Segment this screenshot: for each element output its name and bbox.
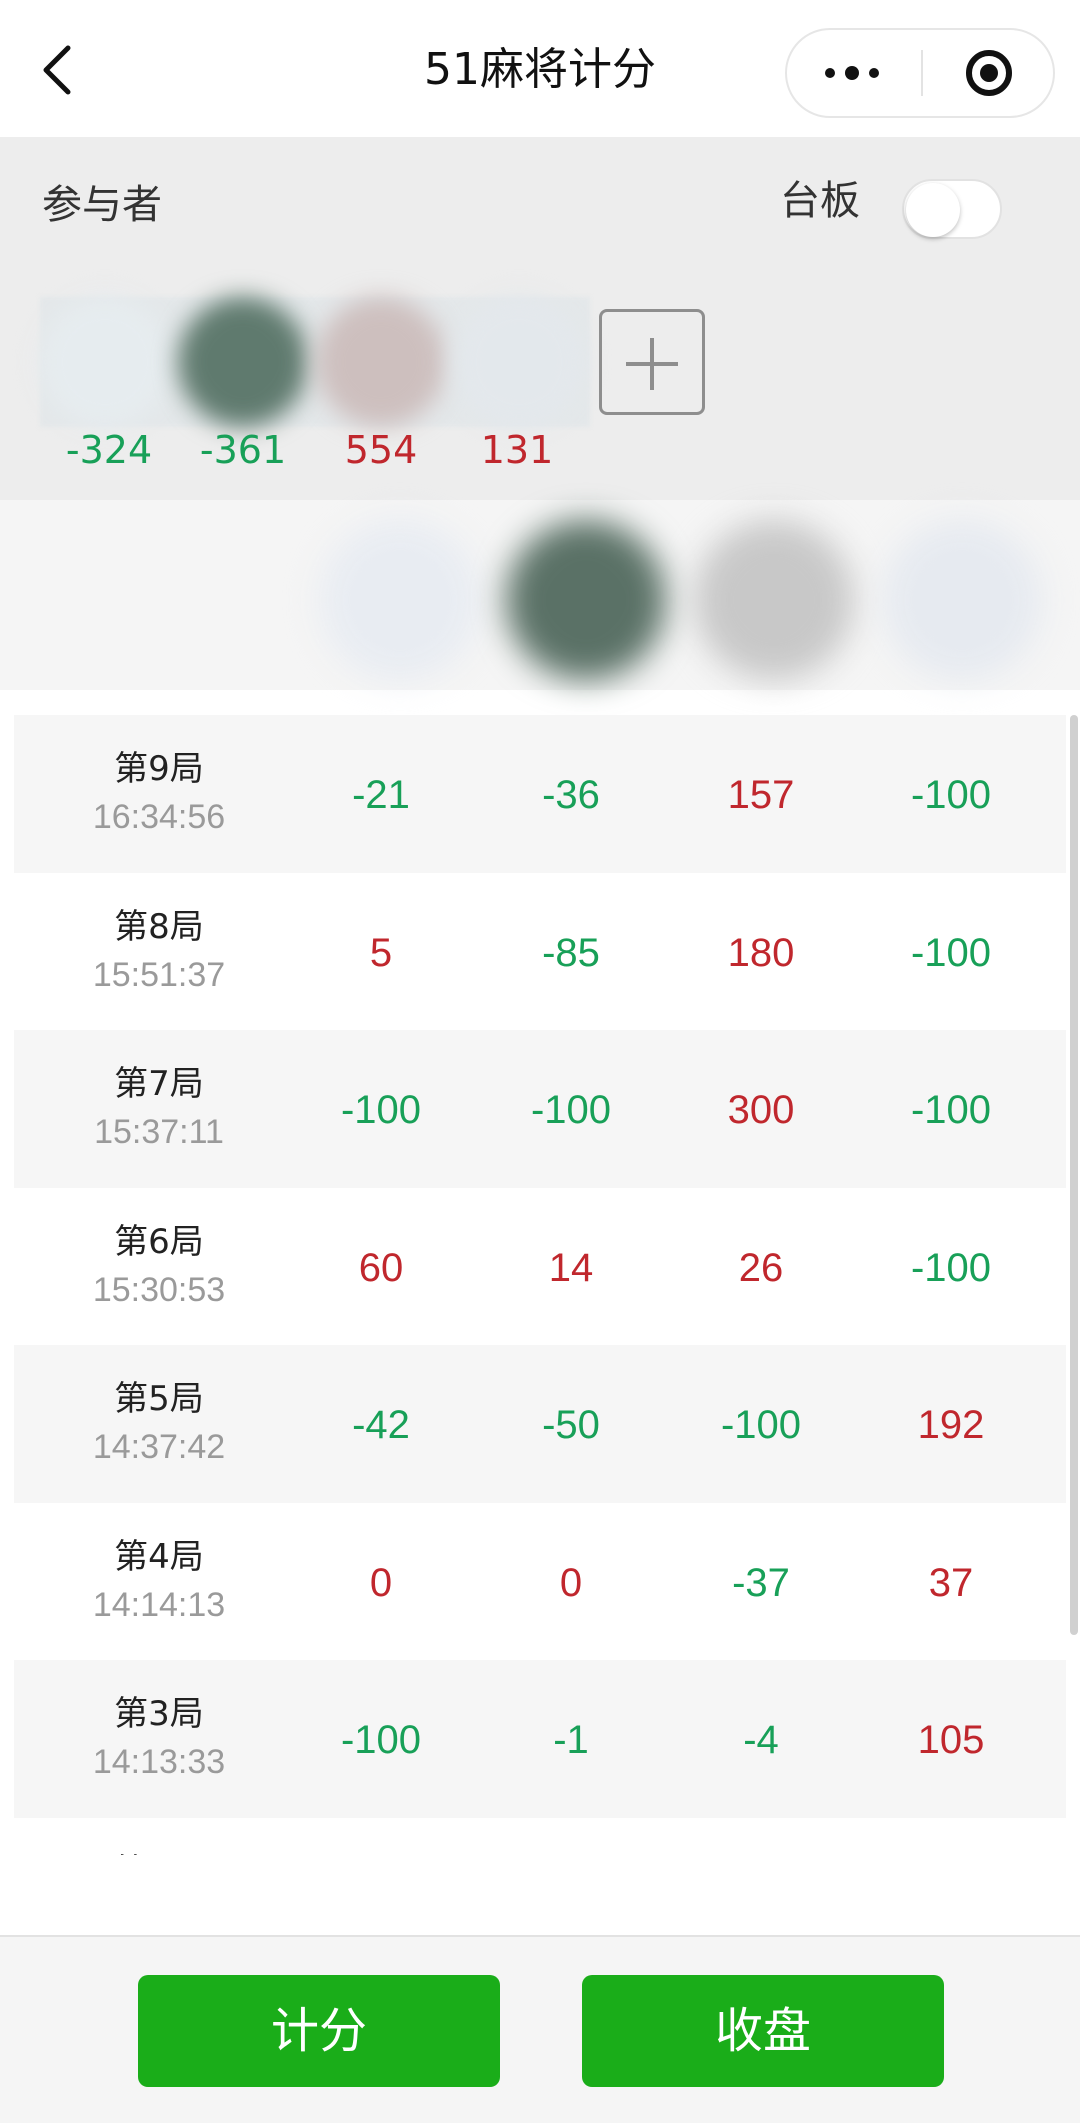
more-button[interactable]	[787, 30, 921, 116]
round-score: -21	[352, 773, 410, 817]
round-name: 第5局	[114, 1379, 204, 1419]
close-game-button[interactable]: 收盘	[582, 1975, 944, 2087]
close-mini-program-button[interactable]	[923, 30, 1053, 116]
round-score: -85	[542, 930, 600, 975]
board-toggle[interactable]	[902, 179, 1002, 239]
round-name: 第3局	[114, 1694, 204, 1734]
round-score: 37	[928, 1560, 974, 1605]
round-time: 15:30:53	[92, 1270, 226, 1309]
round-name: 第4局	[114, 1536, 204, 1577]
board-label: 台板	[780, 178, 860, 224]
round-time: 15:51:37	[92, 955, 226, 994]
round-name: 第2局	[14, 1850, 304, 1856]
participant-total: -361	[199, 428, 287, 472]
mini-program-capsule	[785, 28, 1055, 118]
round-score: 5	[369, 930, 393, 975]
round-score: -100	[910, 1245, 992, 1290]
round-name: 第6局	[114, 1221, 204, 1262]
scrollbar[interactable]	[1070, 715, 1078, 1635]
round-score: -42	[352, 1403, 410, 1447]
round-score: -100	[910, 1088, 992, 1132]
round-time: 16:34:56	[92, 798, 226, 836]
round-score: -36	[542, 773, 600, 817]
round-score: 157	[727, 773, 795, 817]
player-header-row	[0, 500, 1080, 690]
footer-bar: 计分 收盘	[0, 1935, 1080, 2123]
nav-bar: 51麻将计分	[0, 0, 1080, 137]
round-score: -100	[910, 930, 992, 975]
round-score: -37	[732, 1560, 790, 1605]
avatar[interactable]	[454, 297, 584, 427]
round-score: -100	[340, 1088, 422, 1132]
round-score: -50	[542, 1403, 600, 1447]
add-participant-button[interactable]	[599, 309, 705, 415]
round-score: -1	[553, 1718, 589, 1762]
avatar	[506, 520, 666, 680]
round-name: 第7局	[114, 1064, 204, 1104]
round-row[interactable]: 第6局 15:30:53 60 14 26 -100	[14, 1187, 1066, 1346]
round-row[interactable]: 第2局	[14, 1817, 1066, 1856]
round-score: 0	[369, 1560, 393, 1605]
rounds-list[interactable]: 第9局 16:34:56 -21 -36 157 -100 第8局 15:51:37 5 -85 1…	[14, 715, 1066, 1855]
round-time: 14:14:13	[92, 1585, 226, 1624]
avatar	[882, 520, 1042, 680]
round-row[interactable]: 第9局 16:34:56 -21 -36 157 -100	[14, 715, 1066, 873]
round-score: -100	[720, 1403, 802, 1447]
avatar	[694, 520, 854, 680]
round-score: -4	[743, 1718, 779, 1762]
round-row[interactable]: 第4局 14:14:13 0 0 -37 37	[14, 1502, 1066, 1661]
round-score: 60	[358, 1245, 404, 1290]
round-row[interactable]: 第5局 14:37:42 -42 -50 -100 192	[14, 1345, 1066, 1503]
participants-label: 参与者	[42, 182, 162, 228]
round-score: 14	[548, 1245, 594, 1290]
round-time: 14:13:33	[92, 1743, 226, 1781]
toggle-knob	[906, 183, 960, 237]
avatar[interactable]	[178, 297, 308, 427]
round-row[interactable]: 第3局 14:13:33 -100 -1 -4 105	[14, 1660, 1066, 1818]
round-score: 26	[738, 1245, 784, 1290]
round-score: -100	[340, 1718, 422, 1762]
round-row[interactable]: 第8局 15:51:37 5 -85 180 -100	[14, 872, 1066, 1031]
round-score: 105	[917, 1718, 985, 1762]
avatar	[320, 520, 480, 680]
round-time: 15:37:11	[94, 1113, 224, 1151]
avatar[interactable]	[40, 297, 170, 427]
round-score: 0	[559, 1560, 583, 1605]
participant-total: 554	[344, 428, 418, 472]
round-score: 300	[727, 1088, 795, 1132]
round-name: 第9局	[114, 749, 204, 789]
participants-panel: 参与者 台板 -324 -361 554 131	[0, 137, 1080, 500]
participant-total: -324	[65, 428, 153, 472]
round-score: 180	[727, 930, 795, 975]
avatar[interactable]	[316, 297, 446, 427]
round-time: 14:37:42	[92, 1428, 226, 1466]
participant-total: 131	[480, 428, 554, 472]
score-button[interactable]: 计分	[138, 1975, 500, 2087]
round-name: 第8局	[114, 906, 204, 947]
round-score: -100	[910, 773, 992, 817]
round-score: -100	[530, 1088, 612, 1132]
round-row[interactable]: 第7局 15:37:11 -100 -100 300 -100	[14, 1030, 1066, 1188]
round-score: 192	[917, 1403, 985, 1447]
